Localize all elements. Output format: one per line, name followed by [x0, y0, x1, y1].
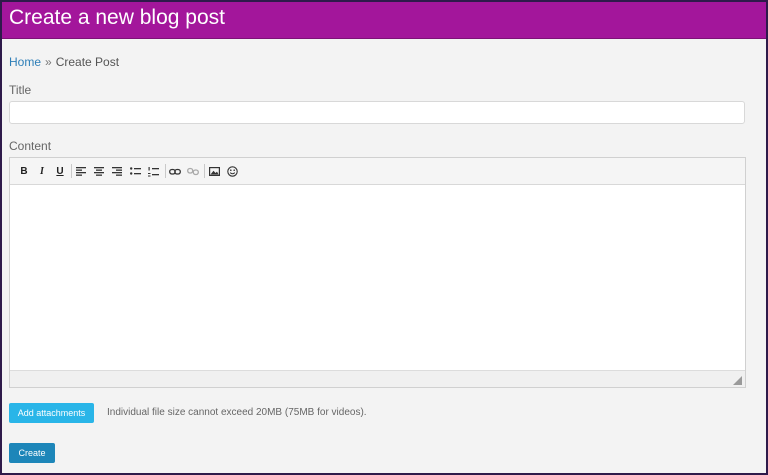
add-attachments-button[interactable]: Add attachments [9, 403, 94, 423]
title-input[interactable] [9, 101, 745, 124]
breadcrumb-current: Create Post [55, 55, 120, 69]
underline-icon[interactable]: U [52, 164, 68, 179]
toolbar-separator [204, 164, 205, 178]
link-icon[interactable] [167, 164, 183, 179]
bullet-list-icon[interactable] [127, 164, 143, 179]
attachment-size-note: Individual file size cannot exceed 20MB … [107, 407, 367, 418]
rich-text-editor: B I U [9, 157, 746, 388]
title-label: Title [9, 83, 32, 97]
page-frame: Create a new blog post Home» Create Post … [0, 0, 768, 475]
numbered-list-icon[interactable] [145, 164, 161, 179]
align-right-icon[interactable] [109, 164, 125, 179]
page-header: Create a new blog post [2, 2, 766, 39]
create-button[interactable]: Create [9, 443, 55, 463]
align-left-icon[interactable] [73, 164, 89, 179]
toolbar-separator [165, 164, 166, 178]
resize-grip-icon[interactable] [733, 376, 742, 385]
italic-icon[interactable]: I [34, 164, 50, 179]
emoji-icon[interactable] [224, 164, 240, 179]
toolbar-separator [71, 164, 72, 178]
breadcrumb-home-link[interactable]: Home [9, 55, 41, 69]
page-title: Create a new blog post [9, 6, 225, 29]
bold-icon[interactable]: B [16, 164, 32, 179]
breadcrumb-separator: » [45, 55, 52, 69]
align-center-icon[interactable] [91, 164, 107, 179]
content-editor-area[interactable] [10, 186, 745, 370]
editor-toolbar: B I U [10, 158, 745, 185]
breadcrumb: Home » Create Post [9, 54, 119, 70]
unlink-icon[interactable] [185, 164, 201, 179]
editor-statusbar [10, 370, 745, 387]
content-label: Content [9, 139, 52, 153]
image-icon[interactable] [206, 164, 222, 179]
